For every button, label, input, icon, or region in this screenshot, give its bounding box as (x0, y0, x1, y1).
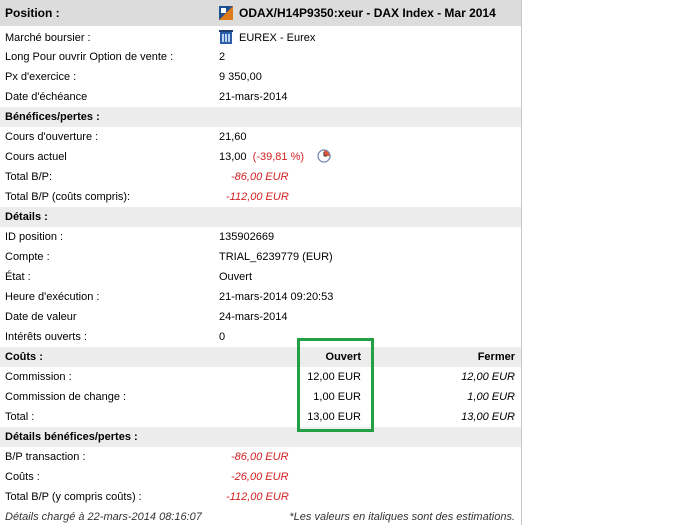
open-interest-label: Intérêts ouverts : (5, 331, 87, 343)
pnl-header-label: Bénéfices/pertes : (5, 111, 100, 123)
total-pnl-costs-value: -112,00 EUR (226, 191, 289, 203)
position-id-row: ID position : 135902669 (0, 227, 521, 247)
footer: Détails chargé à 22-mars-2014 08:16:07 *… (0, 509, 521, 525)
account-row: Compte : TRIAL_6239779 (EUR) (0, 247, 521, 267)
open-interest-row: Intérêts ouverts : 0 (0, 327, 521, 347)
pnl-details-header-label: Détails bénéfices/pertes : (5, 431, 138, 443)
details-header-label: Détails : (5, 211, 48, 223)
current-price-label: Cours actuel (5, 151, 67, 163)
expiry-label: Date d'échéance (5, 91, 88, 103)
status-label: État : (5, 271, 31, 283)
current-price-value: 13,00 (219, 151, 247, 163)
total-pnl-costs-label: Total B/P (coûts compris): (5, 191, 131, 203)
costs-total-row: Total : 13,00 EUR 13,00 EUR (0, 407, 521, 427)
fx-commission-row: Commission de change : 1,00 EUR 1,00 EUR (0, 387, 521, 407)
costs-section-header: Coûts : Ouvert Fermer (0, 347, 521, 367)
costs-pnl-value: -26,00 EUR (231, 471, 289, 483)
open-price-label: Cours d'ouverture : (5, 131, 99, 143)
loaded-timestamp: Détails chargé à 22-mars-2014 08:16:07 (5, 511, 202, 523)
transaction-pnl-row: B/P transaction : -86,00 EUR (0, 447, 521, 467)
position-details-panel: Position : ODAX/H14P9350:xeur - DAX Inde… (0, 0, 522, 525)
current-change-value: (-39,81 %) (252, 151, 305, 163)
expiry-value: 21-mars-2014 (219, 91, 288, 103)
estimate-note: *Les valeurs en italiques sont des estim… (289, 511, 515, 523)
position-id-label: ID position : (5, 231, 64, 243)
strike-row: Px d'exercice : 9 350,00 (0, 67, 521, 87)
costs-header-label: Coûts : (5, 351, 43, 363)
strike-label: Px d'exercice : (5, 71, 77, 83)
open-price-row: Cours d'ouverture : 21,60 (0, 127, 521, 147)
position-header: Position : ODAX/H14P9350:xeur - DAX Inde… (0, 0, 521, 26)
market-row: Marché boursier : EUREX - Eurex (0, 28, 521, 48)
quantity-value: 2 (219, 51, 226, 63)
exchange-building-icon (219, 30, 233, 44)
market-text: EUREX - Eurex (239, 32, 316, 44)
position-label: Position : (5, 6, 60, 20)
expiry-row: Date d'échéance 21-mars-2014 (0, 87, 521, 107)
total-pnl-incl-costs-label: Total B/P (y compris coûts) : (5, 491, 142, 503)
costs-pnl-label: Coûts : (5, 471, 40, 483)
execution-time-value: 21-mars-2014 09:20:53 (219, 291, 334, 303)
account-value: TRIAL_6239779 (EUR) (219, 251, 333, 263)
value-date-label: Date de valeur (5, 311, 77, 323)
clock-icon[interactable] (317, 149, 331, 163)
instrument-text: ODAX/H14P9350:xeur - DAX Index - Mar 201… (239, 6, 496, 20)
current-price-cell: 13,00 (-39,81 %) (219, 147, 331, 167)
open-price-value: 21,60 (219, 131, 247, 143)
market-label: Marché boursier : (5, 32, 91, 44)
total-pnl-costs-row: Total B/P (coûts compris): -112,00 EUR (0, 187, 521, 207)
open-costs-highlight-box (297, 338, 374, 432)
strike-value: 9 350,00 (219, 71, 262, 83)
status-row: État : Ouvert (0, 267, 521, 287)
costs-total-close: 13,00 EUR (461, 411, 515, 423)
fx-commission-close: 1,00 EUR (467, 391, 515, 403)
open-interest-value: 0 (219, 331, 226, 343)
value-date-row: Date de valeur 24-mars-2014 (0, 307, 521, 327)
total-pnl-incl-costs-row: Total B/P (y compris coûts) : -112,00 EU… (0, 487, 521, 507)
pnl-section-header: Bénéfices/pertes : (0, 107, 521, 127)
option-instrument-icon (219, 6, 233, 20)
position-id-value: 135902669 (219, 231, 275, 243)
value-date-value: 24-mars-2014 (219, 311, 288, 323)
fx-commission-label: Commission de change : (5, 391, 127, 403)
commission-label: Commission : (5, 371, 72, 383)
instrument-name[interactable]: ODAX/H14P9350:xeur - DAX Index - Mar 201… (219, 0, 496, 26)
costs-pnl-row: Coûts : -26,00 EUR (0, 467, 521, 487)
details-section-header: Détails : (0, 207, 521, 227)
direction-label: Long Pour ouvrir Option de vente : (5, 51, 174, 63)
market-value: EUREX - Eurex (219, 28, 315, 48)
execution-time-label: Heure d'exécution : (5, 291, 100, 303)
total-pnl-row: Total B/P: -86,00 EUR (0, 167, 521, 187)
costs-total-label: Total : (5, 411, 35, 423)
account-label: Compte : (5, 251, 50, 263)
total-pnl-label: Total B/P: (5, 171, 53, 183)
current-price-row: Cours actuel 13,00 (-39,81 %) (0, 147, 521, 167)
status-value: Ouvert (219, 271, 253, 283)
total-pnl-value: -86,00 EUR (231, 171, 289, 183)
commission-row: Commission : 12,00 EUR 12,00 EUR (0, 367, 521, 387)
execution-time-row: Heure d'exécution : 21-mars-2014 09:20:5… (0, 287, 521, 307)
total-pnl-incl-costs-value: -112,00 EUR (226, 491, 289, 503)
costs-col-close: Fermer (477, 351, 515, 363)
commission-close: 12,00 EUR (461, 371, 515, 383)
direction-row: Long Pour ouvrir Option de vente : 2 (0, 47, 521, 67)
transaction-pnl-value: -86,00 EUR (231, 451, 289, 463)
transaction-pnl-label: B/P transaction : (5, 451, 86, 463)
pnl-details-section-header: Détails bénéfices/pertes : (0, 427, 521, 447)
